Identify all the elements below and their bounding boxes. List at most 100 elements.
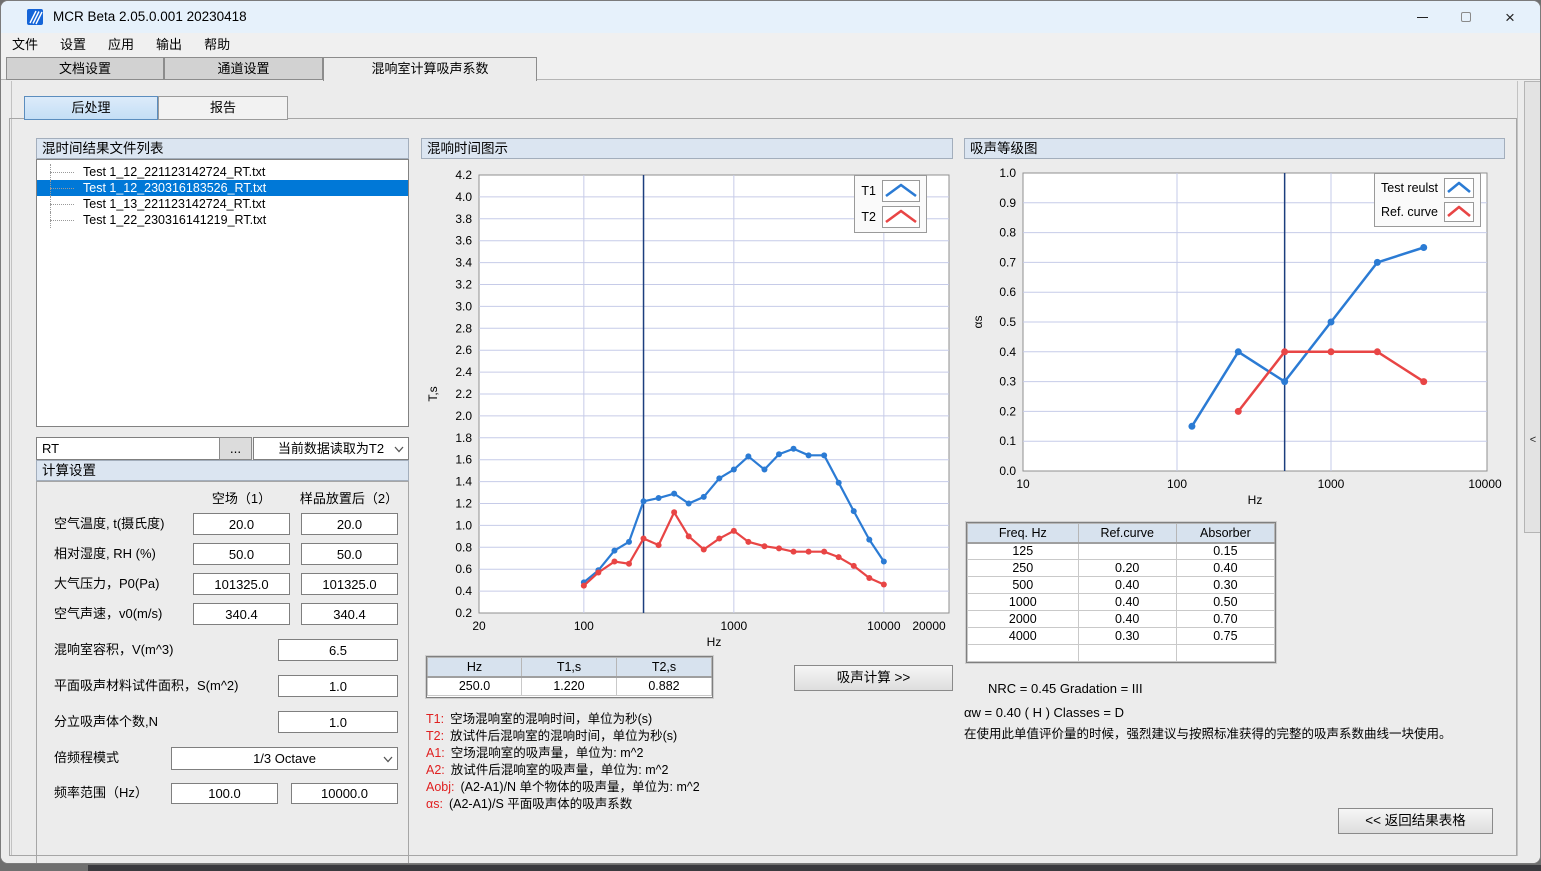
grade-header-freq: Freq. Hz	[968, 524, 1079, 543]
svg-text:2.0: 2.0	[455, 409, 472, 423]
maximize-icon	[1461, 12, 1471, 22]
svg-text:100: 100	[1167, 477, 1187, 491]
air-temp-field-2[interactable]	[301, 513, 398, 535]
tab-page: < 后处理 报告 混时间结果文件列表 Test 1_12_22112314272…	[1, 81, 1541, 864]
subtab-report[interactable]: 报告	[158, 96, 288, 120]
sound-speed-field-2[interactable]	[301, 603, 398, 625]
svg-text:0.7: 0.7	[999, 255, 1016, 269]
grade-table-cell: 0.70	[1176, 611, 1274, 628]
humidity-field-1[interactable]	[193, 543, 290, 565]
definition-desc: 空场混响室的混响时间，单位为秒(s)	[450, 712, 652, 726]
title-bar: MCR Beta 2.05.0.001 20230418 ×	[1, 1, 1540, 33]
rt-chart-panel-header: 混响时间图示	[421, 138, 953, 159]
chevron-down-icon	[383, 756, 393, 763]
svg-text:1.2: 1.2	[455, 497, 472, 511]
right-splitter[interactable]	[1517, 81, 1518, 856]
legend-curve-icon	[1444, 202, 1474, 222]
grade-table-row[interactable]: 10000.400.50	[968, 594, 1275, 611]
file-list-item[interactable]: Test 1_22_230316141219_RT.txt	[37, 212, 408, 228]
svg-text:0.4: 0.4	[999, 345, 1016, 359]
menu-file[interactable]: 文件	[1, 33, 49, 57]
nrc-result-text: NRC = 0.45 Gradation = III	[988, 681, 1143, 696]
pressure-field-2[interactable]	[301, 573, 398, 595]
svg-text:10000: 10000	[1468, 477, 1502, 491]
air-temp-label: 空气温度, t(摄氏度)	[54, 513, 165, 535]
svg-text:3.6: 3.6	[455, 234, 472, 248]
air-temp-field-1[interactable]	[193, 513, 290, 535]
minimize-button[interactable]	[1400, 1, 1444, 33]
menu-output[interactable]: 输出	[145, 33, 193, 57]
rt-table-cell-t1[interactable]: 1.220	[522, 677, 617, 696]
chart-legend: Test reulstRef. curve	[1374, 173, 1481, 227]
definition-term: T1:	[426, 712, 444, 726]
grade-table-row[interactable]: 5000.400.30	[968, 577, 1275, 594]
browse-button[interactable]: ...	[219, 437, 252, 460]
file-name: Test 1_12_221123142724_RT.txt	[80, 164, 268, 180]
rt-value-table: Hz T1,s T2,s 250.0 1.220 0.882	[426, 656, 713, 698]
data-read-as-combo[interactable]: 当前数据读取为T2	[253, 437, 409, 460]
definition-desc: (A2-A1)/N 单个物体的吸声量，单位为: m^2	[461, 780, 700, 794]
freq-max-field[interactable]	[291, 783, 398, 804]
tab-document-settings[interactable]: 文档设置	[6, 57, 164, 80]
rt-chart[interactable]: 0.20.40.60.81.01.21.41.61.82.02.22.42.62…	[421, 159, 953, 649]
legend-entry: T1	[861, 180, 920, 202]
svg-text:0.1: 0.1	[999, 434, 1016, 448]
grade-table-row[interactable]: 2500.200.40	[968, 560, 1275, 577]
collapse-panel-toggle[interactable]: <	[1525, 434, 1541, 446]
definition-term: A2:	[426, 763, 445, 777]
rt-table-cell-t2[interactable]: 0.882	[616, 677, 711, 696]
sound-speed-field-1[interactable]	[193, 603, 290, 625]
grade-table-cell	[1078, 543, 1176, 560]
menu-help[interactable]: 帮助	[193, 33, 241, 57]
close-button[interactable]: ×	[1488, 1, 1532, 33]
back-to-results-button[interactable]: << 返回结果表格	[1338, 808, 1493, 834]
pressure-field-1[interactable]	[193, 573, 290, 595]
svg-text:0.6: 0.6	[455, 562, 472, 576]
absorber-count-label: 分立吸声体个数,N	[54, 711, 158, 733]
grade-table: Freq. Hz Ref.curve Absorber 1250.152500.…	[966, 522, 1276, 663]
octave-mode-combo[interactable]: 1/3 Octave	[171, 747, 398, 770]
tab-reverb-absorption[interactable]: 混响室计算吸声系数	[323, 57, 537, 81]
legend-label: T2	[861, 210, 876, 224]
svg-text:3.2: 3.2	[455, 278, 472, 292]
room-volume-label: 混响室容积，V(m^3)	[54, 639, 174, 661]
file-list-item[interactable]: Test 1_13_221123142724_RT.txt	[37, 196, 408, 212]
grade-table-cell: 4000	[968, 628, 1079, 645]
grade-table-cell: 0.20	[1078, 560, 1176, 577]
svg-text:0.6: 0.6	[999, 285, 1016, 299]
tab-channel-settings[interactable]: 通道设置	[164, 57, 323, 80]
svg-text:2.8: 2.8	[455, 321, 472, 335]
maximize-button[interactable]	[1444, 1, 1488, 33]
subtab-postprocess[interactable]: 后处理	[24, 96, 158, 120]
svg-text:2.6: 2.6	[455, 343, 472, 357]
grade-table-row[interactable]: 20000.400.70	[968, 611, 1275, 628]
grade-table-cell: 0.15	[1176, 543, 1274, 560]
file-list-item[interactable]: Test 1_12_221123142724_RT.txt	[37, 164, 408, 180]
svg-text:1000: 1000	[1318, 477, 1345, 491]
close-icon: ×	[1505, 9, 1515, 26]
grade-table-row[interactable]	[968, 645, 1275, 662]
freq-min-field[interactable]	[171, 783, 278, 804]
menu-bar: 文件 设置 应用 输出 帮助	[1, 33, 1540, 57]
grade-chart[interactable]: 0.00.10.20.30.40.50.60.70.80.91.01010010…	[964, 159, 1505, 511]
legend-curve-icon	[1444, 178, 1474, 198]
absorption-calc-button[interactable]: 吸声计算 >>	[794, 665, 953, 691]
svg-text:0.5: 0.5	[999, 315, 1016, 329]
room-volume-field[interactable]	[278, 639, 398, 661]
sample-area-field[interactable]	[278, 675, 398, 697]
menu-application[interactable]: 应用	[97, 33, 145, 57]
grade-table-cell: 0.75	[1176, 628, 1274, 645]
definition-desc: 放试件后混响室的混响时间，单位为秒(s)	[450, 729, 677, 743]
grade-table-row[interactable]: 1250.15	[968, 543, 1275, 560]
rt-name-input[interactable]	[36, 437, 220, 460]
grade-table-row[interactable]: 40000.300.75	[968, 628, 1275, 645]
rt-table-cell-hz[interactable]: 250.0	[428, 677, 522, 696]
absorber-count-field[interactable]	[278, 711, 398, 733]
pressure-label: 大气压力，P0(Pa)	[54, 573, 159, 595]
menu-settings[interactable]: 设置	[49, 33, 97, 57]
app-logo-icon	[27, 8, 45, 26]
humidity-field-2[interactable]	[301, 543, 398, 565]
taskbar-sliver	[88, 865, 1541, 871]
file-list-item[interactable]: Test 1_12_230316183526_RT.txt	[37, 180, 408, 196]
svg-text:100: 100	[574, 619, 594, 633]
